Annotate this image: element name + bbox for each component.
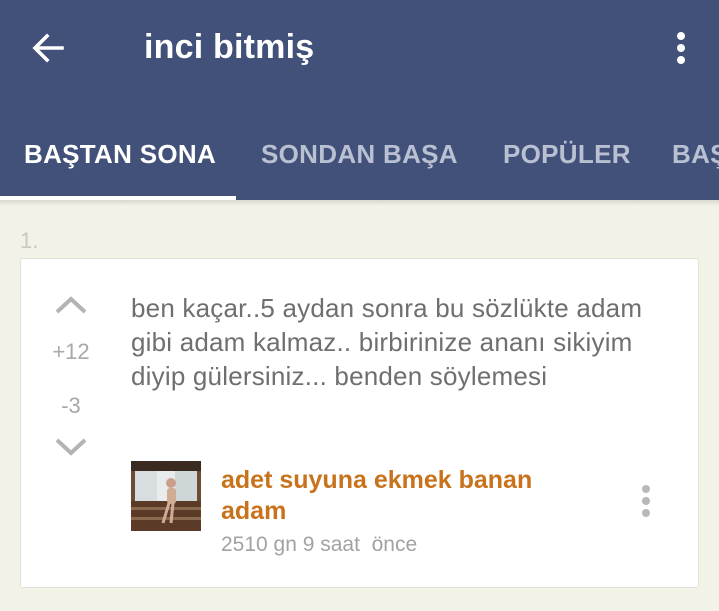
tab-bar-shadow	[0, 200, 719, 206]
tab-sondan-basa[interactable]: SONDAN BAŞA	[261, 108, 458, 200]
entry-text: ben kaçar..5 aydan sonra bu sözlükte ada…	[131, 293, 643, 391]
avatar[interactable]	[131, 461, 201, 531]
more-vertical-icon	[677, 32, 685, 64]
tab-bastan-sona[interactable]: BAŞTAN SONA	[24, 108, 216, 200]
entry-menu-button[interactable]	[634, 481, 658, 521]
author-link[interactable]: adet suyuna ekmek banan adam	[221, 465, 581, 527]
upvote-count: +12	[52, 339, 90, 364]
entry-date[interactable]: 2510 gn 9 saat önce	[221, 533, 417, 557]
downvote-button[interactable]	[53, 435, 89, 459]
tab-populer[interactable]: POPÜLER	[503, 108, 631, 200]
chevron-up-icon	[55, 296, 87, 314]
chevron-down-icon	[55, 438, 87, 456]
app-bar: inci bitmiş BAŞTAN SONA SONDAN BAŞA POPÜ…	[0, 0, 719, 200]
more-vertical-icon	[642, 485, 650, 517]
downvote-count: -3	[61, 393, 81, 418]
entry-card: +12 -3 ben kaçar..5 aydan sonra bu sözlü…	[20, 258, 699, 588]
page-title: inci bitmiş	[144, 28, 315, 66]
tab-bar: BAŞTAN SONA SONDAN BAŞA POPÜLER BAŞ	[0, 108, 719, 200]
back-button[interactable]	[24, 24, 72, 72]
author-photo	[131, 461, 201, 531]
upvote-button[interactable]	[53, 293, 89, 317]
arrow-left-icon	[32, 33, 64, 63]
overflow-menu-button[interactable]	[663, 24, 699, 72]
entry-number: 1.	[20, 228, 39, 253]
tab-bas[interactable]: BAŞ	[672, 108, 719, 200]
